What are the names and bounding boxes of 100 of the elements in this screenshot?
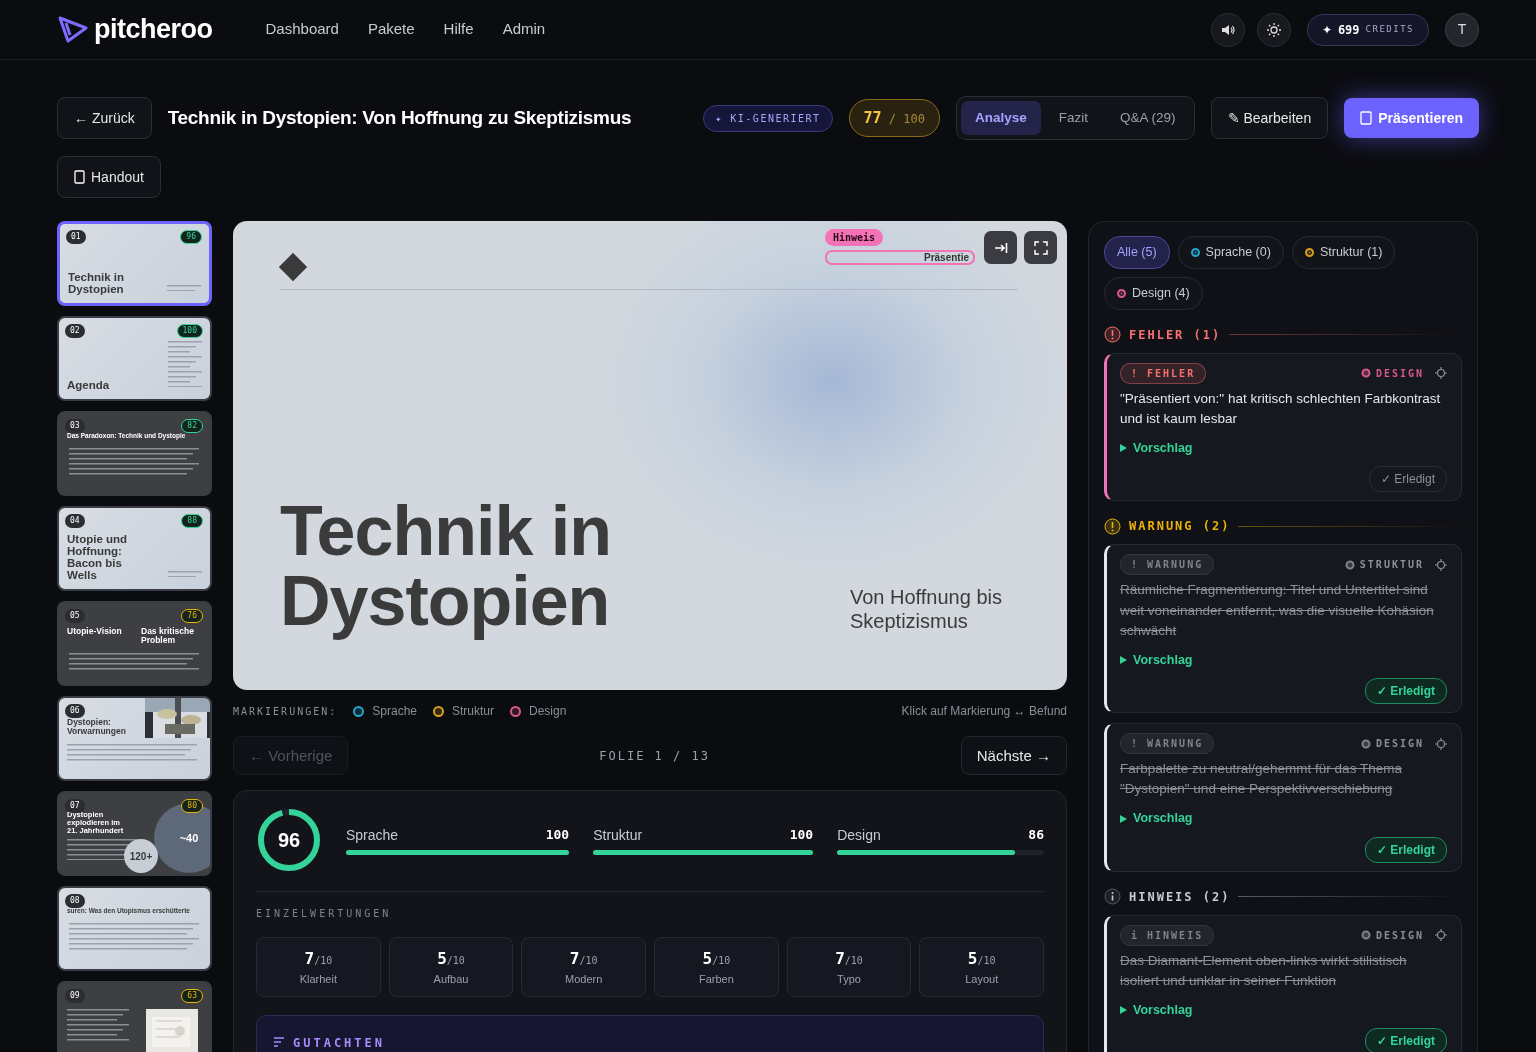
- text-lines-drawing: [168, 570, 202, 578]
- finding-text: Farbpalette zu neutral/gehemmt für das Thema "Dystopien" und eine Perspektivverschiebung: [1120, 760, 1403, 799]
- theme-button[interactable]: [1256, 12, 1291, 47]
- triangle-icon: [1120, 1006, 1127, 1014]
- slide-number: 08: [65, 894, 85, 909]
- score-label: Struktur: [593, 826, 643, 846]
- text-lines-drawing: [67, 1009, 129, 1041]
- category-dot: [1360, 930, 1371, 940]
- slide-thumbnail[interactable]: 05 76 Utopie-Vision Das kritische Problem: [57, 601, 212, 687]
- triangle-icon: [1120, 444, 1127, 453]
- severity-badge: ! FEHLER: [1120, 362, 1207, 384]
- lines-icon: [273, 1037, 285, 1048]
- stat-value: ~40: [179, 831, 199, 846]
- slide-thumbnail[interactable]: 02 100 Agenda: [57, 316, 212, 402]
- back-button[interactable]: ← Zurück: [57, 97, 152, 140]
- slide-number: 03: [65, 419, 85, 434]
- done-button[interactable]: ✓ Erledigt: [1368, 466, 1447, 493]
- document-icon: [74, 170, 85, 185]
- slide-number: 05: [65, 609, 85, 624]
- text-lines-drawing: [167, 284, 201, 292]
- ai-badge: ✦ KI-GENERIERT: [703, 104, 833, 132]
- filter-chip[interactable]: Struktur (1): [1291, 236, 1396, 269]
- crosshair-icon[interactable]: [1435, 737, 1447, 750]
- finding-card[interactable]: ! WARNUNG DESIGN Farbpalette zu neutral/gehemmt für das Thema "Dystopien" und eine Perspektivverschiebung Vorschlag ✓ Erledigt: [1104, 723, 1462, 872]
- slide-title: Dystopien: Vorwarnungen: [67, 718, 127, 737]
- severity-badge: ! WARNUNG: [1120, 554, 1215, 576]
- legend-text: Struktur: [452, 703, 494, 721]
- report-heading: GUTACHTEN: [293, 1035, 386, 1052]
- category-label: DESIGN: [1375, 928, 1424, 943]
- slide-thumbnail[interactable]: 04 88 Utopie und Hoffnung: Bacon bis Wells: [57, 506, 212, 592]
- logo-icon: [58, 14, 90, 45]
- fullscreen-button[interactable]: [1024, 231, 1057, 265]
- suggestion-toggle[interactable]: Vorschlag: [1120, 650, 1193, 670]
- present-button[interactable]: Präsentieren: [1344, 98, 1479, 139]
- finding-card[interactable]: ! WARNUNG STRUKTUR Räumliche Fragmentierung: Titel und Untertitel sind weit voneinander entfernt, was die visuelle Kohäsion schwächt Vorschlag ✓ Erledigt: [1104, 544, 1462, 713]
- edit-button[interactable]: ✎ Bearbeiten: [1210, 97, 1329, 140]
- group-heading: WARNUNG (2): [1129, 518, 1231, 536]
- rating-score: 7/10: [304, 948, 333, 970]
- score-value: 86: [1028, 826, 1044, 845]
- next-button[interactable]: Nächste →: [960, 736, 1067, 776]
- group-heading: FEHLER (1): [1129, 326, 1222, 344]
- rating-score: 7/10: [835, 948, 863, 970]
- finding-card[interactable]: ! FEHLER DESIGN "Präsentiert von:" hat kritisch schlechten Farbkontrast und ist kaum lesbar Vorschlag ✓ Erledigt: [1104, 352, 1462, 502]
- avatar[interactable]: T: [1445, 12, 1479, 47]
- hint-tag[interactable]: Hinweis: [825, 229, 884, 247]
- nav-link[interactable]: Pakete: [367, 18, 415, 41]
- suggestion-toggle[interactable]: Vorschlag: [1120, 809, 1193, 828]
- filter-chip[interactable]: Sprache (0): [1177, 236, 1284, 269]
- finding-text: Räumliche Fragmentierung: Titel und Untertitel sind weit voneinander entfernt, was die visuelle Kohäsion schwächt: [1120, 581, 1435, 640]
- triangle-icon: [1120, 656, 1127, 664]
- exit-button[interactable]: [984, 231, 1017, 265]
- page-title: Technik in Dystopien: Von Hoffnung zu Skeptizismus: [167, 106, 632, 130]
- filter-chip[interactable]: Alle (5): [1104, 236, 1170, 269]
- done-button[interactable]: ✓ Erledigt: [1365, 1028, 1447, 1052]
- rating-score: 7/10: [569, 948, 598, 970]
- slide-number: 01: [66, 230, 86, 245]
- rating-label: Layout: [965, 972, 999, 987]
- score-value: 100: [789, 826, 814, 845]
- alert-icon: [1104, 326, 1121, 344]
- finding-card[interactable]: i HINWEIS DESIGN Das Diamant-Element oben-links wirkt stilistisch isoliert und unklar in seiner Funktion Vorschlag ✓ Erledigt: [1104, 914, 1462, 1052]
- section-label: EINZELWERTUNGEN: [256, 907, 393, 922]
- suggestion-toggle[interactable]: Vorschlag: [1120, 438, 1193, 458]
- category-label: DESIGN: [1375, 366, 1424, 381]
- score-label: Design: [837, 826, 881, 846]
- tab[interactable]: Fazit: [1044, 101, 1103, 136]
- category-dot: [1360, 738, 1371, 749]
- crosshair-icon[interactable]: [1435, 367, 1447, 380]
- slide-number: 06: [65, 704, 85, 719]
- info-icon: [1104, 888, 1121, 905]
- slide-thumbnail[interactable]: 01 96 Technik in Dystopien: [57, 221, 212, 307]
- score-ring: [256, 807, 322, 874]
- crosshair-icon[interactable]: [1435, 558, 1447, 571]
- hint-text: Klick auf Markierung ↔ Befund: [901, 703, 1067, 721]
- handout-button[interactable]: Handout: [57, 156, 161, 199]
- speaker-icon: [1220, 22, 1235, 37]
- suggestion-toggle[interactable]: Vorschlag: [1120, 1000, 1193, 1020]
- slide-thumbnail[interactable]: 06 Dystopien: Vorwarnungen: [57, 696, 212, 782]
- group-heading: HINWEIS (2): [1129, 888, 1231, 906]
- nav-link[interactable]: Dashboard: [265, 18, 339, 41]
- nav-link[interactable]: Admin: [502, 18, 546, 41]
- severity-badge: i HINWEIS: [1120, 924, 1215, 946]
- tab[interactable]: Q&A (29): [1106, 101, 1190, 136]
- slide-title: Das kritische Problem: [141, 627, 195, 646]
- marked-text[interactable]: Präsentie: [825, 250, 975, 266]
- rating-score: 5/10: [702, 948, 731, 970]
- crosshair-icon[interactable]: [1435, 929, 1447, 941]
- slide-thumbnail[interactable]: 09 63: [57, 981, 212, 1052]
- done-button[interactable]: ✓ Erledigt: [1365, 678, 1447, 704]
- rating-label: Aufbau: [433, 972, 469, 987]
- sound-button[interactable]: [1210, 12, 1245, 47]
- rating-label: Klarheit: [299, 972, 337, 987]
- tab[interactable]: Analyse: [961, 101, 1041, 136]
- credits-badge[interactable]: ✦ 699 CREDITS: [1306, 13, 1429, 46]
- finding-text: "Präsentiert von:" hat kritisch schlechten Farbkontrast und ist kaum lesbar: [1120, 389, 1442, 428]
- nav-link[interactable]: Hilfe: [443, 18, 474, 41]
- screen-icon: [1360, 111, 1373, 126]
- score-label: Sprache: [346, 826, 399, 846]
- done-button[interactable]: ✓ Erledigt: [1365, 836, 1447, 863]
- stat-value: 120+: [129, 849, 153, 864]
- filter-chip[interactable]: Design (4): [1104, 277, 1203, 310]
